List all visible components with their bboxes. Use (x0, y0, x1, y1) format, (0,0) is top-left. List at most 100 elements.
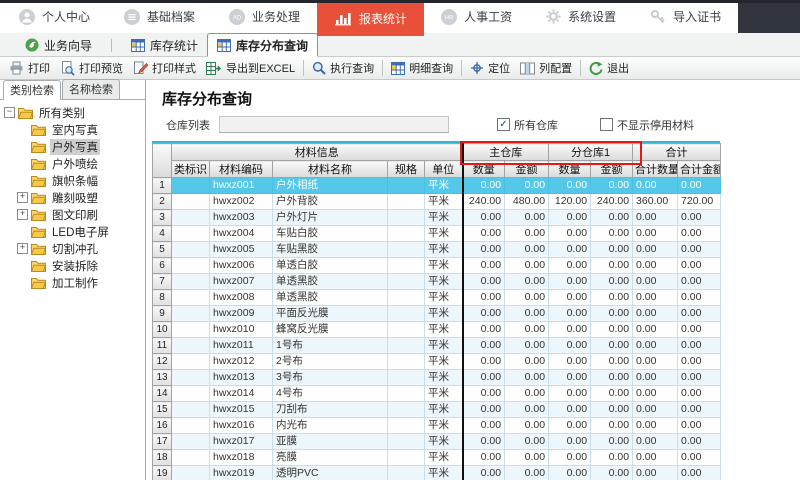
cell-unit[interactable]: 平米 (423, 209, 464, 226)
all-warehouses-option[interactable]: ✓ 所有仓库 (497, 117, 558, 133)
row-number[interactable]: 15 (152, 401, 172, 418)
cell-sub1-amount[interactable]: 0.00 (590, 305, 634, 322)
column-header-7[interactable]: 金额 (504, 160, 550, 178)
toolbar-button-column-config[interactable]: 列配置 (515, 58, 577, 78)
cell-unit[interactable]: 平米 (423, 337, 464, 354)
cell-spec[interactable] (387, 385, 425, 402)
cell-total-qty[interactable]: 0.00 (632, 273, 679, 290)
cell-main-qty[interactable]: 0.00 (461, 433, 506, 450)
cell-unit[interactable]: 平米 (423, 401, 464, 418)
column-header-9[interactable]: 金额 (590, 160, 634, 178)
cell-name[interactable]: 1号布 (272, 337, 388, 354)
cell-sub1-qty[interactable]: 0.00 (548, 353, 592, 370)
column-header-6[interactable]: 数量 (461, 160, 506, 178)
cell-sub1-qty[interactable]: 0.00 (548, 305, 592, 322)
cell-total-amount[interactable]: 0.00 (677, 401, 722, 418)
group-header-4[interactable]: 合计 (632, 143, 722, 161)
cell-total-amount[interactable]: 0.00 (677, 273, 722, 290)
row-number[interactable]: 8 (152, 289, 172, 306)
cell-total-amount[interactable]: 0.00 (677, 337, 722, 354)
cell-main-amount[interactable]: 0.00 (504, 209, 550, 226)
cell-spec[interactable] (387, 433, 425, 450)
cell-sub1-amount[interactable]: 0.00 (590, 209, 634, 226)
menu-item-system-settings[interactable]: 系统设置 (529, 0, 633, 33)
cell-sub1-qty[interactable]: 0.00 (548, 321, 592, 338)
cell-name[interactable]: 车贴黑胶 (272, 241, 388, 258)
cell-flag[interactable] (171, 177, 210, 194)
tree-item-cutting-punching[interactable]: + 切割冲孔 (2, 240, 143, 257)
cell-total-amount[interactable]: 0.00 (677, 209, 722, 226)
cell-main-qty[interactable]: 0.00 (461, 273, 506, 290)
cell-code[interactable]: hwxz016 (209, 417, 273, 434)
cell-code[interactable]: hwxz013 (209, 369, 273, 386)
cell-total-amount[interactable]: 0.00 (677, 385, 722, 402)
cell-main-amount[interactable]: 0.00 (504, 353, 550, 370)
cell-total-qty[interactable]: 0.00 (632, 433, 679, 450)
toolbar-button-exit[interactable]: 退出 (584, 58, 634, 78)
cell-code[interactable]: hwxz008 (209, 289, 273, 306)
cell-name[interactable]: 亮膜 (272, 449, 388, 466)
cell-spec[interactable] (387, 337, 425, 354)
cell-main-qty[interactable]: 0.00 (461, 353, 506, 370)
menu-item-base-archive[interactable]: 基础档案 (107, 0, 212, 33)
tab-inventory-statistics[interactable]: 库存统计 (122, 34, 207, 56)
table-row[interactable]: 14 hwxz014 4号布 平米 0.00 0.00 0.00 0.00 0.00 0.00 (152, 385, 722, 402)
table-row[interactable]: 9 hwxz009 平面反光膜 平米 0.00 0.00 0.00 0.00 0.00 0.00 (152, 305, 722, 322)
row-number[interactable]: 1 (152, 177, 172, 194)
cell-total-qty[interactable]: 0.00 (632, 369, 679, 386)
cell-total-qty[interactable]: 0.00 (632, 305, 679, 322)
cell-main-qty[interactable]: 0.00 (461, 241, 506, 258)
cell-code[interactable]: hwxz012 (209, 353, 273, 370)
cell-unit[interactable]: 平米 (423, 369, 464, 386)
hide-disabled-option[interactable]: 不显示停用材料 (600, 117, 694, 133)
column-header-11[interactable]: 合计金额 (677, 160, 722, 178)
cell-main-amount[interactable]: 0.00 (504, 449, 550, 466)
cell-flag[interactable] (171, 209, 210, 226)
cell-unit[interactable]: 平米 (423, 321, 464, 338)
cell-sub1-amount[interactable]: 0.00 (590, 177, 634, 194)
menu-item-import-certificate[interactable]: 导入证书 (633, 0, 738, 33)
cell-flag[interactable] (171, 225, 210, 242)
cell-code[interactable]: hwxz015 (209, 401, 273, 418)
cell-total-amount[interactable]: 0.00 (677, 369, 722, 386)
cell-sub1-amount[interactable]: 0.00 (590, 417, 634, 434)
cell-spec[interactable] (387, 273, 425, 290)
cell-unit[interactable]: 平米 (423, 225, 464, 242)
expand-icon[interactable]: + (17, 209, 28, 220)
expand-icon[interactable]: + (17, 192, 28, 203)
cell-code[interactable]: hwxz006 (209, 257, 273, 274)
table-row[interactable]: 11 hwxz011 1号布 平米 0.00 0.00 0.00 0.00 0.00 0.00 (152, 337, 722, 354)
cell-main-amount[interactable]: 0.00 (504, 321, 550, 338)
cell-code[interactable]: hwxz007 (209, 273, 273, 290)
cell-flag[interactable] (171, 193, 210, 210)
toolbar-button-locate[interactable]: 定位 (465, 58, 515, 78)
cell-main-amount[interactable]: 0.00 (504, 401, 550, 418)
cell-code[interactable]: hwxz011 (209, 337, 273, 354)
cell-total-qty[interactable]: 0.00 (632, 289, 679, 306)
cell-total-qty[interactable]: 0.00 (632, 385, 679, 402)
cell-sub1-amount[interactable]: 0.00 (590, 449, 634, 466)
table-row[interactable]: 2 hwxz002 户外背胶 平米 240.00 480.00 120.00 240.00 36… (152, 193, 722, 210)
cell-sub1-qty[interactable]: 0.00 (548, 465, 592, 480)
cell-sub1-qty[interactable]: 0.00 (548, 241, 592, 258)
row-number[interactable]: 14 (152, 385, 172, 402)
cell-spec[interactable] (387, 225, 425, 242)
cell-flag[interactable] (171, 385, 210, 402)
cell-flag[interactable] (171, 289, 210, 306)
toolbar-button-export-excel[interactable]: 导出到EXCEL (201, 58, 300, 78)
row-number[interactable]: 4 (152, 225, 172, 242)
group-header-3[interactable]: 分仓库1 (548, 143, 634, 161)
cell-main-qty[interactable]: 0.00 (461, 417, 506, 434)
cell-main-amount[interactable]: 0.00 (504, 369, 550, 386)
sidebar-tab-category-search[interactable]: 类别检索 (3, 80, 61, 100)
cell-unit[interactable]: 平米 (423, 385, 464, 402)
cell-name[interactable]: 户外相纸 (272, 177, 388, 194)
tree-item-all-categories[interactable]: − 所有类别 (2, 104, 143, 121)
cell-flag[interactable] (171, 241, 210, 258)
cell-spec[interactable] (387, 289, 425, 306)
cell-unit[interactable]: 平米 (423, 465, 464, 480)
cell-name[interactable]: 户外灯片 (272, 209, 388, 226)
cell-code[interactable]: hwxz014 (209, 385, 273, 402)
cell-main-qty[interactable]: 0.00 (461, 321, 506, 338)
cell-main-amount[interactable]: 0.00 (504, 241, 550, 258)
